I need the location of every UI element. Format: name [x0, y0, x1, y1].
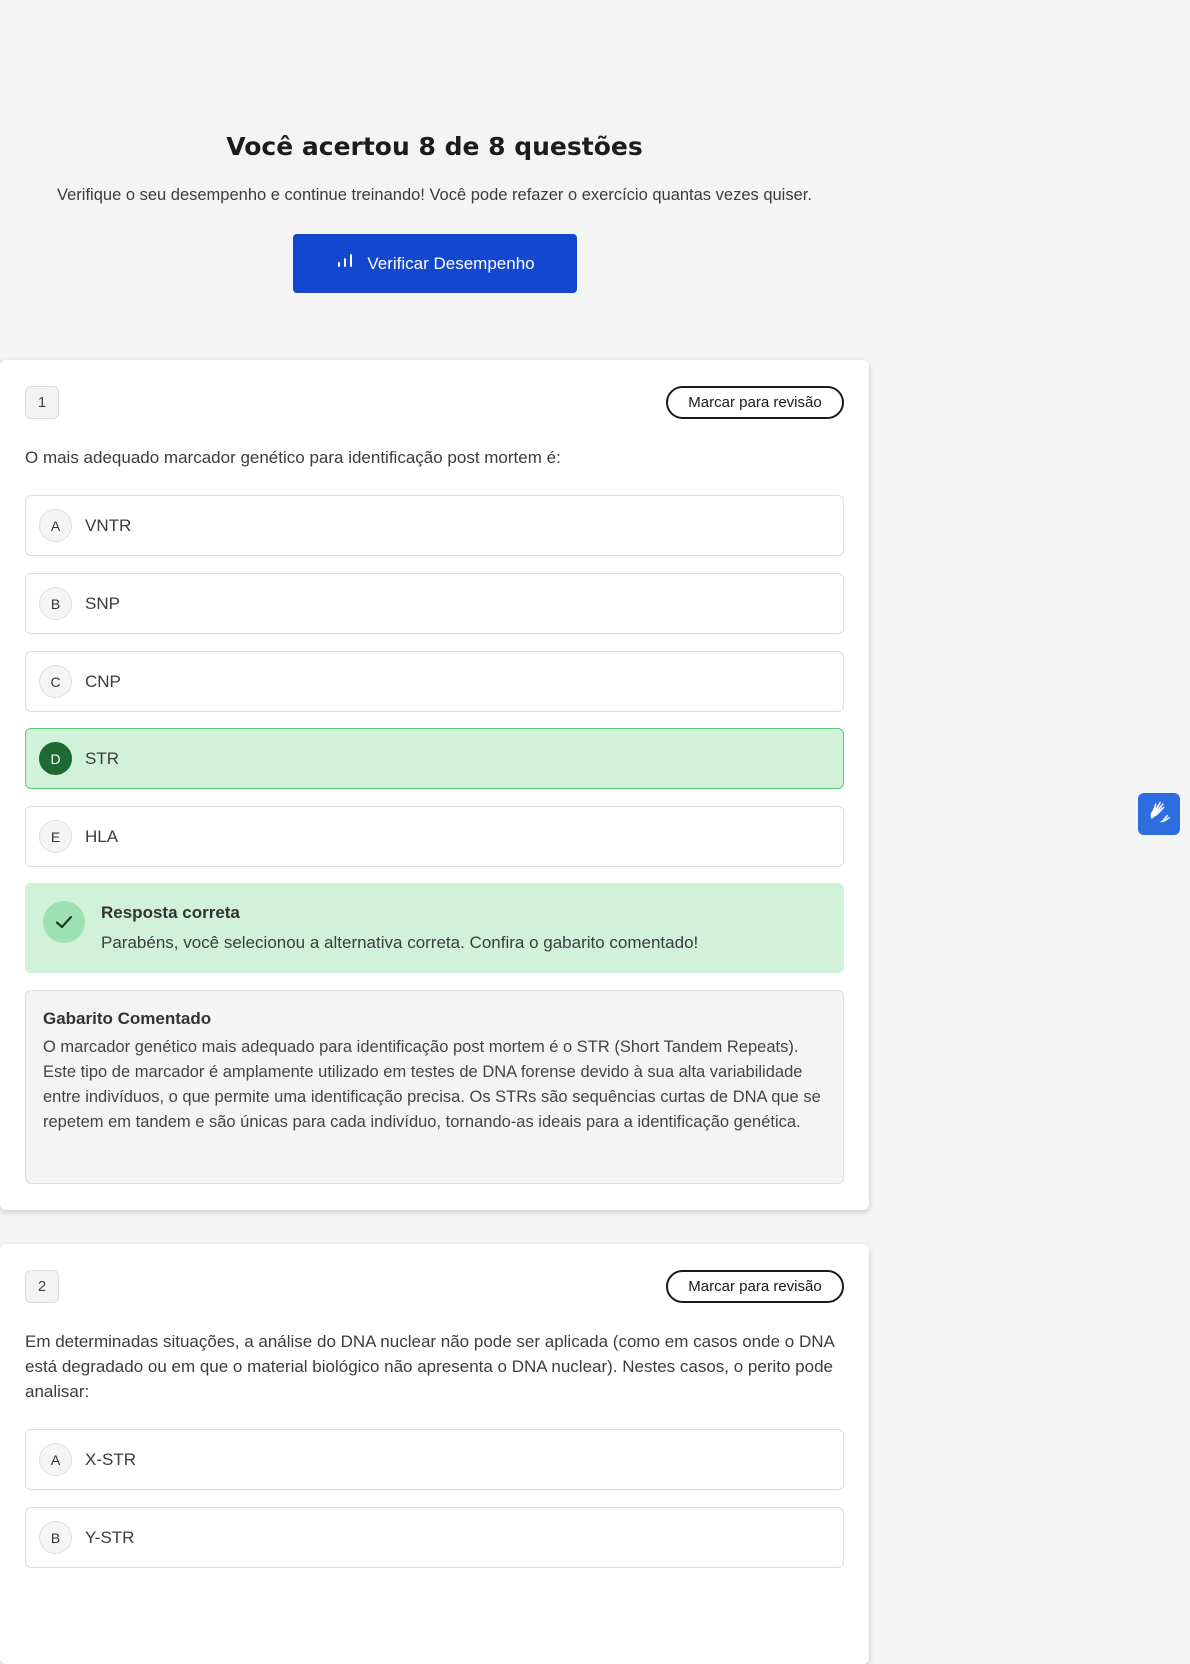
question-text: Em determinadas situações, a análise do …: [25, 1332, 834, 1401]
option-text: HLA: [85, 826, 119, 846]
score-title: Você acertou 8 de 8 questões: [226, 132, 643, 161]
option-text: Y-STR: [85, 1527, 135, 1547]
option-letter: A: [39, 1443, 72, 1476]
option-a[interactable]: A X-STR: [25, 1429, 844, 1490]
commentary-title: Gabarito Comentado: [43, 1009, 212, 1028]
option-letter: D: [39, 742, 72, 775]
option-text: VNTR: [85, 515, 132, 535]
option-e[interactable]: E HLA: [25, 806, 844, 867]
sign-language-hands-icon: [1145, 798, 1173, 831]
option-text: SNP: [85, 593, 120, 613]
question-card-2: 2 Marcar para revisão Em determinadas si…: [0, 1244, 869, 1664]
option-text: STR: [85, 748, 119, 768]
results-summary: Você acertou 8 de 8 questões Verifique o…: [0, 0, 869, 340]
question-card-1: 1 Marcar para revisão O mais adequado ma…: [0, 360, 869, 1210]
option-text: CNP: [85, 671, 121, 691]
mark-for-review-button[interactable]: Marcar para revisão: [666, 386, 844, 419]
check-performance-label: Verificar Desempenho: [367, 253, 535, 273]
score-description: Verifique o seu desempenho e continue tr…: [57, 186, 812, 204]
correct-answer-feedback: Resposta correta Parabéns, você selecion…: [25, 883, 844, 973]
option-letter: C: [39, 665, 72, 698]
option-b[interactable]: B SNP: [25, 573, 844, 634]
option-letter: A: [39, 509, 72, 542]
question-number: 1: [25, 386, 59, 419]
sign-language-accessibility-button[interactable]: [1138, 793, 1180, 835]
option-a[interactable]: A VNTR: [25, 495, 844, 556]
option-c[interactable]: C CNP: [25, 651, 844, 712]
checkmark-icon: [43, 901, 85, 943]
feedback-text: Parabéns, você selecionou a alternativa …: [101, 933, 699, 952]
answer-commentary: Gabarito Comentado O marcador genético m…: [25, 990, 844, 1184]
option-d-correct[interactable]: D STR: [25, 728, 844, 789]
mark-for-review-button[interactable]: Marcar para revisão: [666, 1270, 844, 1303]
option-letter: B: [39, 1521, 72, 1554]
option-letter: E: [39, 820, 72, 853]
option-text: X-STR: [85, 1449, 136, 1469]
question-text: O mais adequado marcador genético para i…: [25, 448, 561, 467]
commentary-text: O marcador genético mais adequado para i…: [43, 1038, 821, 1131]
check-performance-button[interactable]: Verificar Desempenho: [293, 234, 577, 293]
option-b[interactable]: B Y-STR: [25, 1507, 844, 1568]
option-letter: B: [39, 587, 72, 620]
bar-chart-icon: [335, 251, 355, 276]
question-number: 2: [25, 1270, 59, 1303]
feedback-title: Resposta correta: [101, 903, 240, 922]
